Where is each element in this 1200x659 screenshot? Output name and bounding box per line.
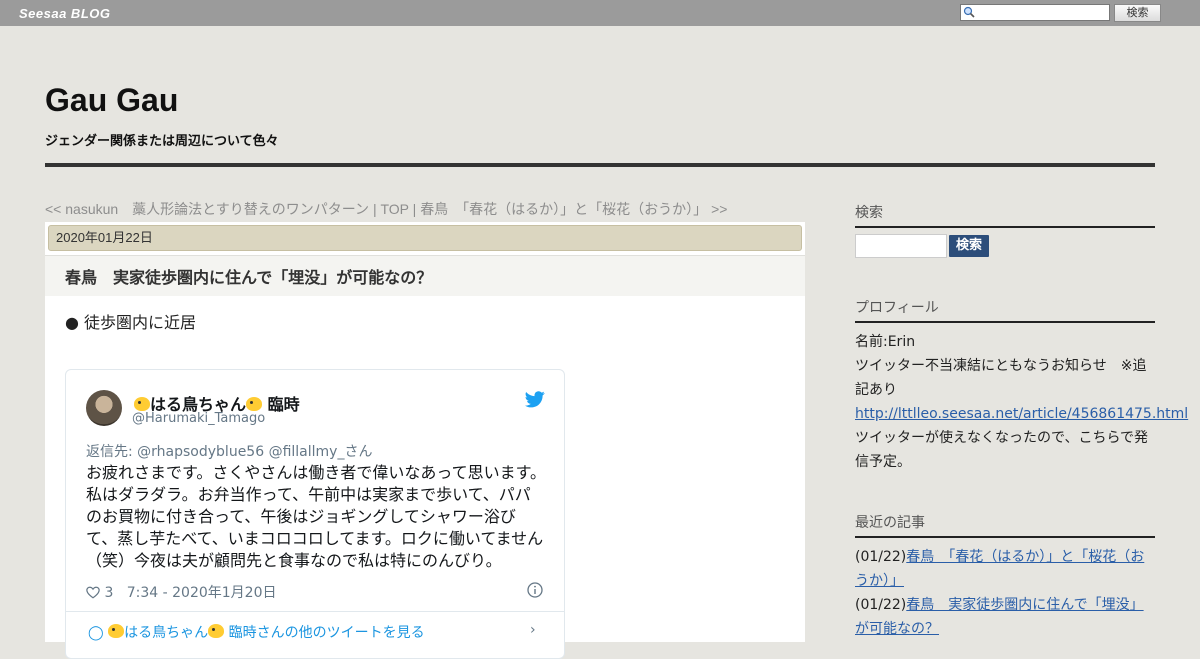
chick-emoji-icon	[134, 397, 150, 411]
tweet-timestamp[interactable]: 7:34 - 2020年1月20日	[127, 585, 277, 601]
tweet-reply-to[interactable]: 返信先: @rhapsodyblue56 @fillallmy_さん	[86, 441, 372, 461]
chick-emoji-icon	[108, 624, 125, 638]
tweet-like-count: 3	[104, 585, 114, 601]
top-bar: Seesaa BLOG 検索	[0, 0, 1200, 26]
list-item: (01/22)春鳥 「春花（はるか）」と「桜花（おうか）」	[855, 545, 1155, 593]
profile-name: 名前:Erin	[855, 334, 916, 350]
post-bullet-text: ● 徒歩圏内に近居	[65, 313, 197, 332]
recent-post-date: (01/22)	[855, 597, 907, 613]
site-title[interactable]: Gau Gau	[45, 82, 178, 119]
chevron-right-icon[interactable]: ›	[530, 622, 536, 638]
top-search-input[interactable]	[960, 4, 1110, 21]
more-tweets-name: はる鳥ちゃん	[124, 625, 209, 641]
sidebar-search-input[interactable]	[855, 234, 947, 258]
chick-emoji-icon	[208, 624, 225, 638]
tweet-divider	[66, 611, 564, 612]
next-article-link[interactable]: 春鳥 「春花（はるか）」と「桜花（おうか）」 >>	[420, 201, 727, 217]
tweet-handle[interactable]: @Harumaki_Tamago	[132, 411, 265, 426]
top-link[interactable]: TOP	[380, 201, 408, 217]
embedded-tweet[interactable]: はる鳥ちゃん 臨時 @Harumaki_Tamago 返信先: @rhapsod…	[65, 369, 565, 659]
post-date: 2020年01月22日	[48, 225, 802, 251]
nav-separator: |	[408, 201, 421, 217]
top-search-button[interactable]: 検索	[1114, 4, 1161, 22]
post-title[interactable]: 春鳥 実家徒歩圏内に住んで「埋没」が可能なの？	[65, 264, 432, 288]
prev-article-link[interactable]: << nasukun 藁人形論法とすり替えのワンパターン	[45, 201, 369, 217]
recent-post-date: (01/22)	[855, 549, 907, 565]
seesaa-blog-logo[interactable]: Seesaa BLOG	[19, 6, 111, 21]
chick-emoji-icon	[246, 397, 263, 411]
profile-link[interactable]: http://lttlleo.seesaa.net/article/456861…	[855, 406, 1188, 422]
sidebar-profile-heading: プロフィール	[855, 297, 1155, 323]
profile-note: ツイッター不当凍結にともなうお知らせ ※追記あり	[855, 358, 1147, 398]
sidebar-recent-heading: 最近の記事	[855, 512, 1155, 538]
profile-note2: ツイッターが使えなくなったので、こちらで発信予定。	[855, 430, 1149, 470]
sidebar-search-heading: 検索	[855, 202, 1155, 228]
more-tweets-link[interactable]: ◯ はる鳥ちゃん 臨時さんの他のツイートを見る	[88, 622, 425, 642]
sidebar-search-button[interactable]: 検索	[949, 235, 989, 257]
search-icon	[963, 6, 975, 18]
twitter-bird-icon[interactable]	[525, 391, 545, 408]
tweet-text: お疲れさまです。さくやさんは働き者で偉いなあって思います。私はダラダラ。お弁当作…	[86, 463, 547, 570]
info-icon[interactable]	[527, 582, 543, 598]
article: 2020年01月22日 春鳥 実家徒歩圏内に住んで「埋没」が可能なの？ ● 徒歩…	[45, 222, 805, 659]
person-icon: ◯	[88, 625, 104, 641]
avatar[interactable]	[86, 390, 122, 426]
list-item: (01/22)春鳥 実家徒歩圏内に住んで「埋没」が可能なの？	[855, 593, 1155, 641]
profile-section: 名前:Erin ツイッター不当凍結にともなうお知らせ ※追記あり http://…	[855, 330, 1188, 474]
tweet-meta: 3 7:34 - 2020年1月20日	[86, 582, 276, 602]
nav-separator: |	[369, 201, 381, 217]
site-description: ジェンダー関係または周辺について色々	[45, 134, 279, 149]
article-navigation: << nasukun 藁人形論法とすり替えのワンパターン | TOP | 春鳥 …	[45, 199, 727, 219]
tweet-author-name-suffix: 臨時	[262, 395, 300, 414]
recent-posts-list: (01/22)春鳥 「春花（はるか）」と「桜花（おうか）」 (01/22)春鳥 …	[855, 545, 1155, 641]
more-tweets-label: 臨時さんの他のツイートを見る	[224, 625, 425, 641]
heart-icon[interactable]	[86, 586, 100, 599]
post-title-bar: 春鳥 実家徒歩圏内に住んで「埋没」が可能なの？	[45, 255, 805, 296]
header-divider	[45, 163, 1155, 167]
